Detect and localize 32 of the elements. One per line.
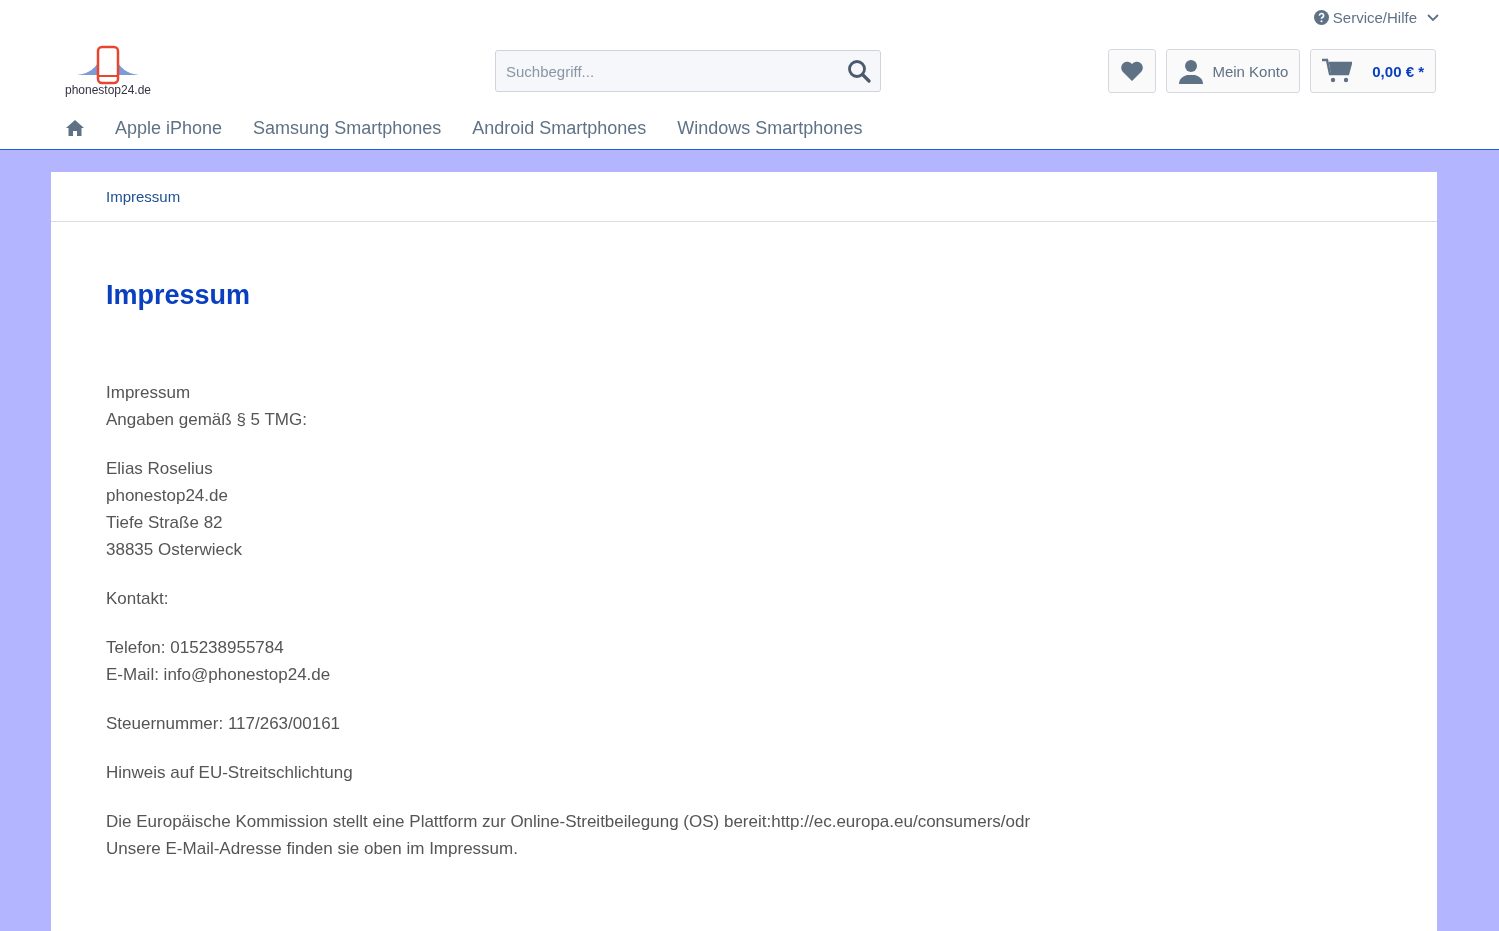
cart-button[interactable]: 0,00 € * xyxy=(1310,49,1436,93)
nav-link[interactable]: Windows Smartphones xyxy=(677,117,863,139)
account-button[interactable]: Mein Konto xyxy=(1166,49,1301,93)
text-line: Die Europäische Kommission stellt eine Plattform zur Online-Streitbeilegung (OS) bereit:http://ec.europa.eu/consumers/odr xyxy=(106,811,1032,833)
nav-link[interactable]: Apple iPhone xyxy=(115,117,223,139)
cart-icon xyxy=(1322,58,1353,84)
text-line: Unsere E-Mail-Adresse finden sie oben im Impressum. xyxy=(106,838,519,860)
service-help-link[interactable]: Service/Hilfe xyxy=(1313,9,1439,26)
nav-link[interactable]: Android Smartphones xyxy=(472,117,647,139)
search-icon[interactable] xyxy=(847,59,871,83)
text-line: Tiefe Straße 82 xyxy=(106,512,224,534)
text-line: Elias Roselius xyxy=(106,458,214,480)
text-line: Angaben gemäß § 5 TMG: xyxy=(106,409,308,431)
chevron-down-icon xyxy=(1427,13,1439,22)
heart-icon xyxy=(1120,60,1145,82)
home-icon[interactable] xyxy=(66,120,84,136)
text-line: Kontakt: xyxy=(106,588,170,610)
text-line: E-Mail: info@phonestop24.de xyxy=(106,664,332,686)
text-line: 38835 Osterwieck xyxy=(106,539,244,561)
nav-link[interactable]: Samsung Smartphones xyxy=(253,117,442,139)
help-icon xyxy=(1313,10,1329,25)
logo-text[interactable]: phonestop24.de xyxy=(64,83,152,97)
wishlist-button[interactable] xyxy=(1108,49,1157,93)
search-field[interactable]: Suchbegriff... xyxy=(495,50,881,92)
text-line: Steuernummer: 117/263/00161 xyxy=(106,713,342,735)
page-title: Impressum xyxy=(106,280,252,311)
person-icon xyxy=(1178,58,1205,84)
text-line: Impressum xyxy=(106,382,192,404)
text-line: phonestop24.de xyxy=(106,485,229,507)
breadcrumb-link[interactable]: Impressum xyxy=(106,188,181,205)
text-line: Telefon: 015238955784 xyxy=(106,637,285,659)
text-line: Hinweis auf EU-Streitschlichtung xyxy=(106,762,354,784)
